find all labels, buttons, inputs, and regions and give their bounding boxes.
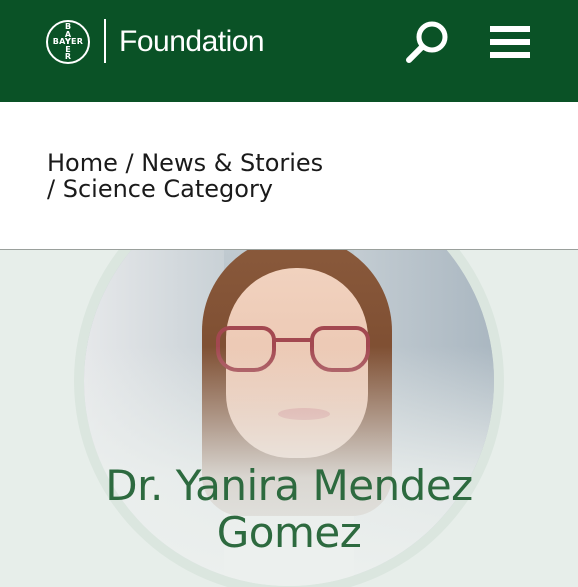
search-icon [406,21,448,63]
breadcrumb-home[interactable]: Home [47,149,118,177]
profile-name: Dr. Yanira Mendez Gomez [0,462,578,556]
bayer-logo[interactable]: BAYER BAYER [46,20,90,64]
breadcrumb-news-stories[interactable]: News & Stories [141,149,323,177]
profile-name-line1: Dr. Yanira Mendez [105,461,473,510]
brand-name[interactable]: Foundation [119,24,265,60]
logo-vertical-text: BAYER [64,22,72,62]
breadcrumb-science-category[interactable]: Science Category [63,175,273,203]
menu-button[interactable] [488,22,532,62]
profile-name-line2: Gomez [216,508,362,557]
breadcrumb-area: Home / News & Stories / Science Category [0,102,578,250]
breadcrumb-separator: / [117,149,142,177]
site-header: BAYER BAYER Foundation [0,0,578,102]
logo-divider [104,19,106,63]
profile-hero: Dr. Yanira Mendez Gomez [0,250,578,587]
breadcrumb-separator: / [47,175,63,203]
search-button[interactable] [404,20,450,64]
